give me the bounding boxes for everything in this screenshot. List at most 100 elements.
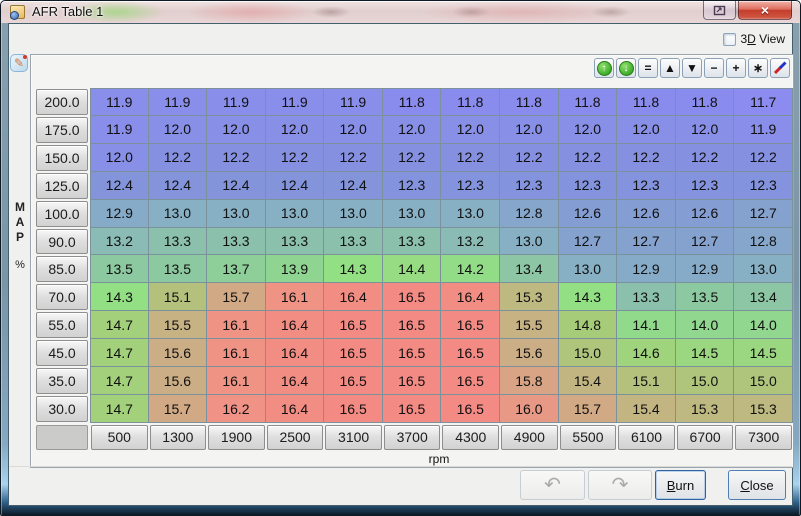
afr-cell[interactable]: 12.8 — [734, 227, 793, 256]
afr-cell[interactable]: 13.0 — [324, 199, 383, 228]
afr-cell[interactable]: 15.3 — [734, 395, 793, 423]
afr-cell[interactable]: 16.4 — [265, 339, 325, 368]
afr-cell[interactable]: 12.2 — [675, 143, 735, 172]
afr-cell[interactable]: 16.4 — [265, 367, 325, 396]
afr-cell[interactable]: 12.2 — [734, 143, 793, 172]
afr-cell[interactable]: 12.9 — [90, 199, 149, 228]
afr-cell[interactable]: 15.6 — [148, 339, 208, 368]
map-bin-70.0[interactable]: 70.0 — [36, 284, 88, 311]
afr-cell[interactable]: 16.5 — [382, 339, 442, 368]
afr-cell[interactable]: 12.0 — [90, 143, 149, 172]
decrement-button[interactable]: ▼ — [682, 58, 702, 78]
3d-view-checkbox[interactable] — [723, 32, 737, 46]
afr-cell[interactable]: 13.3 — [207, 227, 266, 256]
rpm-bin-1300[interactable]: 1300 — [149, 424, 207, 450]
afr-cell[interactable]: 12.3 — [617, 171, 676, 200]
afr-cell[interactable]: 12.0 — [148, 115, 208, 144]
afr-cell[interactable]: 13.4 — [734, 283, 793, 312]
afr-cell[interactable]: 16.0 — [500, 395, 559, 423]
afr-cell[interactable]: 12.2 — [617, 143, 676, 172]
afr-cell[interactable]: 12.3 — [558, 171, 618, 200]
afr-cell[interactable]: 13.0 — [558, 255, 618, 284]
afr-cell[interactable]: 16.5 — [324, 395, 383, 423]
afr-cell[interactable]: 14.8 — [558, 311, 618, 340]
afr-cell[interactable]: 12.2 — [148, 143, 208, 172]
rpm-bin-5500[interactable]: 5500 — [559, 424, 617, 450]
afr-cell[interactable]: 12.6 — [675, 199, 735, 228]
afr-cell[interactable]: 16.5 — [324, 311, 383, 340]
afr-cell[interactable]: 12.0 — [441, 115, 501, 144]
afr-cell[interactable]: 12.2 — [500, 143, 559, 172]
afr-cell[interactable]: 12.0 — [558, 115, 618, 144]
afr-cell[interactable]: 16.1 — [207, 367, 266, 396]
afr-cell[interactable]: 11.8 — [441, 88, 501, 116]
afr-cell[interactable]: 12.2 — [324, 143, 383, 172]
map-bin-30.0[interactable]: 30.0 — [36, 396, 88, 422]
rpm-bin-7300[interactable]: 7300 — [735, 424, 792, 450]
afr-cell[interactable]: 12.4 — [324, 171, 383, 200]
titlebar[interactable]: AFR Table 1 × — [1, 1, 800, 23]
afr-cell[interactable]: 13.2 — [90, 227, 149, 256]
afr-cell[interactable]: 16.5 — [382, 283, 442, 312]
close-button[interactable]: Close — [728, 470, 786, 500]
afr-cell[interactable]: 14.7 — [90, 367, 149, 396]
afr-cell[interactable]: 13.0 — [148, 199, 208, 228]
map-bin-55.0[interactable]: 55.0 — [36, 312, 88, 339]
afr-cell[interactable]: 12.2 — [558, 143, 618, 172]
add-button[interactable]: + — [726, 58, 746, 78]
afr-cell[interactable]: 12.7 — [675, 227, 735, 256]
afr-cell[interactable]: 15.4 — [617, 395, 676, 423]
afr-cell[interactable]: 16.1 — [207, 339, 266, 368]
maximize-button[interactable] — [703, 1, 736, 20]
afr-cell[interactable]: 13.5 — [148, 255, 208, 284]
multiply-button[interactable]: ∗ — [748, 58, 768, 78]
afr-cell[interactable]: 16.5 — [324, 339, 383, 368]
afr-cell[interactable]: 13.3 — [148, 227, 208, 256]
afr-cell[interactable]: 12.7 — [734, 199, 793, 228]
afr-cell[interactable]: 11.9 — [90, 115, 149, 144]
afr-cell[interactable]: 15.6 — [148, 367, 208, 396]
subtract-button[interactable]: − — [704, 58, 724, 78]
afr-cell[interactable]: 13.3 — [382, 227, 442, 256]
afr-cell[interactable]: 14.7 — [90, 339, 149, 368]
afr-cell[interactable]: 12.7 — [558, 227, 618, 256]
map-bin-175.0[interactable]: 175.0 — [36, 116, 88, 143]
rpm-bin-6700[interactable]: 6700 — [676, 424, 734, 450]
map-bin-45.0[interactable]: 45.0 — [36, 340, 88, 367]
afr-cell[interactable]: 15.0 — [734, 367, 793, 396]
afr-cell[interactable]: 14.7 — [90, 311, 149, 340]
redo-button[interactable]: ↷ — [588, 470, 652, 500]
afr-cell[interactable]: 14.3 — [90, 283, 149, 312]
afr-cell[interactable]: 11.8 — [500, 88, 559, 116]
afr-cell[interactable]: 13.0 — [500, 227, 559, 256]
afr-cell[interactable]: 12.6 — [558, 199, 618, 228]
afr-cell[interactable]: 13.0 — [441, 199, 501, 228]
afr-cell[interactable]: 15.4 — [558, 367, 618, 396]
afr-cell[interactable]: 15.5 — [148, 311, 208, 340]
afr-cell[interactable]: 13.0 — [265, 199, 325, 228]
rpm-bin-1900[interactable]: 1900 — [208, 424, 265, 450]
afr-cell[interactable]: 14.7 — [90, 395, 149, 423]
afr-cell[interactable]: 13.0 — [382, 199, 442, 228]
afr-cell[interactable]: 14.1 — [617, 311, 676, 340]
afr-cell[interactable]: 16.1 — [207, 311, 266, 340]
pencil-button[interactable] — [770, 58, 790, 78]
undo-button[interactable]: ↶ — [520, 470, 585, 500]
afr-cell[interactable]: 12.2 — [441, 143, 501, 172]
afr-cell[interactable]: 16.5 — [441, 395, 501, 423]
afr-cell[interactable]: 12.4 — [265, 171, 325, 200]
afr-cell[interactable]: 14.3 — [558, 283, 618, 312]
afr-cell[interactable]: 12.0 — [675, 115, 735, 144]
map-bin-35.0[interactable]: 35.0 — [36, 368, 88, 395]
afr-cell[interactable]: 12.0 — [617, 115, 676, 144]
afr-cell[interactable]: 16.4 — [265, 395, 325, 423]
set-equal-button[interactable]: = — [638, 58, 658, 78]
afr-cell[interactable]: 12.3 — [441, 171, 501, 200]
afr-cell[interactable]: 14.5 — [675, 339, 735, 368]
afr-cell[interactable]: 12.6 — [617, 199, 676, 228]
map-bin-150.0[interactable]: 150.0 — [36, 144, 88, 171]
afr-cell[interactable]: 15.6 — [500, 339, 559, 368]
map-bin-90.0[interactable]: 90.0 — [36, 228, 88, 255]
map-bin-100.0[interactable]: 100.0 — [36, 200, 88, 227]
afr-cell[interactable]: 11.8 — [617, 88, 676, 116]
